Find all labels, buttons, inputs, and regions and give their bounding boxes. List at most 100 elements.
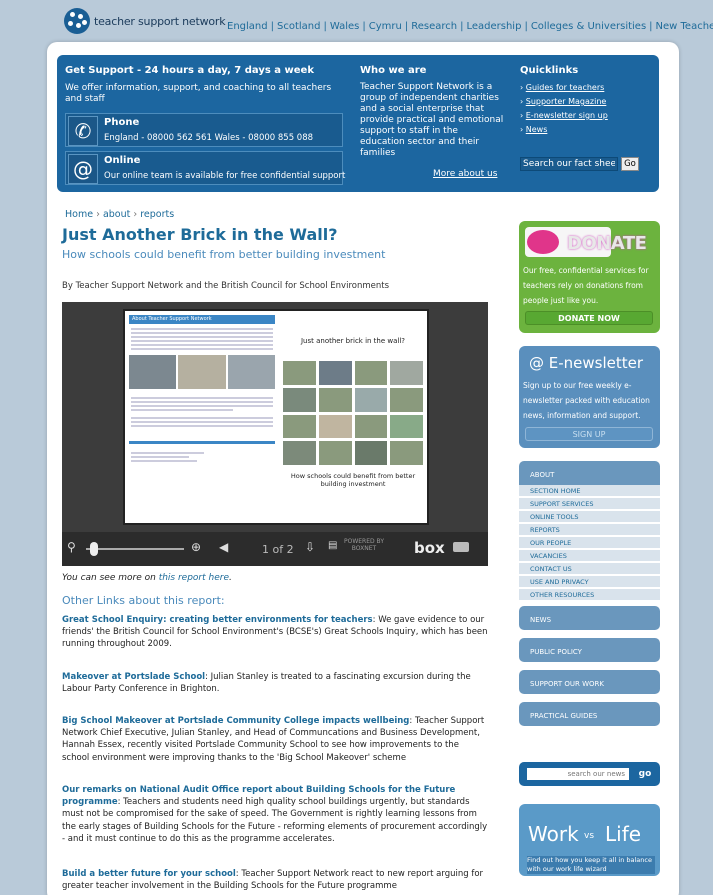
more-about-us-link[interactable]: More about us	[433, 169, 497, 179]
quicklink-enewsletter[interactable]: E-newsletter sign up	[526, 111, 608, 120]
report-here-link[interactable]: this report here	[159, 573, 229, 583]
doc-right-title: Just another brick in the wall?	[300, 337, 406, 345]
fact-sheet-search-input[interactable]	[520, 157, 618, 171]
related-link-title[interactable]: Big School Makeover at Portslade Communi…	[62, 716, 409, 726]
page-title: Just Another Brick in the Wall?	[62, 225, 338, 244]
viewer-toolbar: ⚲ ⊕ ◀ 1 of 2 ⇩ ▤ POWERED BY BOXNET box	[62, 532, 488, 566]
logo-text: teacher support network	[94, 14, 226, 28]
menu-our-people[interactable]: OUR PEOPLE	[519, 537, 660, 550]
menu-practical-guides[interactable]: PRACTICAL GUIDES	[519, 702, 660, 726]
related-link-item: Build a better future for your school: T…	[62, 869, 484, 892]
document-page: About Teacher Support Network Just anoth…	[123, 309, 429, 525]
menu-public-policy[interactable]: PUBLIC POLICY	[519, 638, 660, 662]
download-icon[interactable]: ⇩	[305, 540, 315, 554]
page-indicator: 1 of 2	[262, 543, 294, 556]
breadcrumb: Home › about › reports	[65, 209, 175, 220]
related-link-item: Our remarks on National Audit Office rep…	[62, 785, 488, 844]
zoom-slider[interactable]	[86, 548, 184, 550]
zoom-in-icon[interactable]: ⊕	[191, 540, 201, 554]
news-search: go	[519, 762, 660, 786]
nav-england[interactable]: England	[227, 21, 268, 32]
menu-contact-us[interactable]: CONTACT US	[519, 563, 660, 576]
phone-title: Phone	[104, 117, 140, 128]
main-content: Home › about › reports Just Another Bric…	[62, 209, 488, 891]
doc-right-subtitle: How schools could benefit from better bu…	[290, 472, 416, 488]
work-life-promo[interactable]: Work vs Life Find out how you keep it al…	[519, 804, 660, 876]
menu-use-and-privacy[interactable]: USE AND PRIVACY	[519, 576, 660, 589]
quicklink-magazine[interactable]: Supporter Magazine	[526, 97, 607, 106]
who-text: Teacher Support Network is a group of in…	[360, 82, 504, 158]
news-search-input[interactable]	[527, 768, 629, 780]
support-banner: Get Support - 24 hours a day, 7 days a w…	[57, 55, 659, 192]
see-more-note: You can see more on this report here.	[62, 573, 232, 583]
zoom-slider-handle[interactable]	[90, 542, 98, 556]
doc-photos	[129, 355, 275, 389]
work-life-text: Find out how you keep it all in balance …	[527, 856, 655, 874]
quicklink-item: › E-newsletter sign up	[520, 111, 608, 120]
menu-support-our-work[interactable]: SUPPORT OUR WORK	[519, 670, 660, 694]
menu-about[interactable]: ABOUT	[519, 461, 660, 485]
phone-icon: ✆	[68, 116, 98, 146]
menu-vacancies[interactable]: VACANCIES	[519, 550, 660, 563]
menu-online-tools[interactable]: ONLINE TOOLS	[519, 511, 660, 524]
logo-icon	[64, 8, 90, 34]
related-link-title[interactable]: Great School Enquiry: creating better en…	[62, 615, 373, 625]
nav-new-teachers[interactable]: New Teachers	[656, 21, 713, 32]
quicklinks: Quicklinks › Guides for teachers › Suppo…	[520, 65, 650, 171]
quicklink-item: › Supporter Magazine	[520, 97, 607, 106]
fact-sheet-search: Go	[520, 157, 639, 171]
doc-left-panel: About Teacher Support Network	[129, 315, 275, 522]
fullscreen-icon[interactable]	[453, 542, 469, 552]
breadcrumb-current[interactable]: reports	[140, 209, 174, 220]
menu-section-home[interactable]: SECTION HOME	[519, 485, 660, 498]
previous-page-icon[interactable]: ◀	[219, 540, 228, 554]
quicklink-item: › News	[520, 125, 548, 134]
enewsletter-panel: @ E-newsletter Sign up to our free weekl…	[519, 346, 660, 448]
get-support-text: We offer information, support, and coach…	[65, 83, 332, 104]
quicklink-guides[interactable]: Guides for teachers	[526, 83, 605, 92]
donate-text: Our free, confidential services for teac…	[523, 266, 649, 305]
related-link-title[interactable]: Makeover at Portslade School	[62, 672, 205, 682]
related-link-item: Big School Makeover at Portslade Communi…	[62, 716, 485, 763]
fact-sheet-search-button[interactable]: Go	[621, 157, 639, 171]
menu-support-services[interactable]: SUPPORT SERVICES	[519, 498, 660, 511]
menu-news[interactable]: NEWS	[519, 606, 660, 630]
section-menu: ABOUT SECTION HOME SUPPORT SERVICES ONLI…	[519, 461, 660, 730]
sign-up-button[interactable]: SIGN UP	[525, 427, 653, 441]
breadcrumb-home[interactable]: Home	[65, 209, 93, 220]
online-team-link[interactable]: online team	[122, 171, 173, 181]
news-search-button[interactable]: go	[636, 765, 654, 783]
piggy-bank-icon	[527, 230, 559, 254]
online-box: @ Online Our online team is available fo…	[65, 151, 346, 185]
box-logo: box	[414, 539, 445, 557]
nav-leadership[interactable]: Leadership	[466, 21, 521, 32]
document-viewer[interactable]: About Teacher Support Network Just anoth…	[62, 302, 488, 566]
phone-numbers: England - 08000 562 561 Wales - 08000 85…	[104, 133, 314, 143]
nav-colleges[interactable]: Colleges & Universities	[531, 21, 646, 32]
nav-wales[interactable]: Wales	[330, 21, 360, 32]
at-icon: @	[529, 354, 544, 372]
related-link-title[interactable]: Build a better future for your school	[62, 869, 236, 879]
powered-by: POWERED BY BOXNET	[343, 538, 384, 552]
get-support: Get Support - 24 hours a day, 7 days a w…	[65, 65, 347, 105]
logo[interactable]: teacher support network	[64, 8, 226, 34]
vs-label: vs	[584, 831, 595, 841]
online-title: Online	[104, 155, 141, 166]
donate-panel: DONATE Our free, confidential services f…	[519, 221, 660, 333]
quicklink-item: › Guides for teachers	[520, 83, 605, 92]
zoom-out-icon[interactable]: ⚲	[67, 540, 76, 554]
nav-scotland[interactable]: Scotland	[277, 21, 320, 32]
quicklink-news[interactable]: News	[526, 125, 548, 134]
menu-reports[interactable]: REPORTS	[519, 524, 660, 537]
other-links-heading: Other Links about this report:	[62, 594, 225, 607]
enewsletter-title: @ E-newsletter	[529, 354, 644, 372]
breadcrumb-about[interactable]: about	[103, 209, 130, 220]
nav-research[interactable]: Research	[411, 21, 457, 32]
menu-other-resources[interactable]: OTHER RESOURCES	[519, 589, 660, 602]
nav-cymru[interactable]: Cymru	[369, 21, 402, 32]
work-label: Work	[528, 822, 579, 846]
online-text: Our online team is available for free co…	[104, 171, 346, 181]
doc-header: About Teacher Support Network	[129, 315, 275, 324]
donate-now-button[interactable]: DONATE NOW	[525, 311, 653, 325]
donate-title: DONATE	[567, 233, 647, 254]
